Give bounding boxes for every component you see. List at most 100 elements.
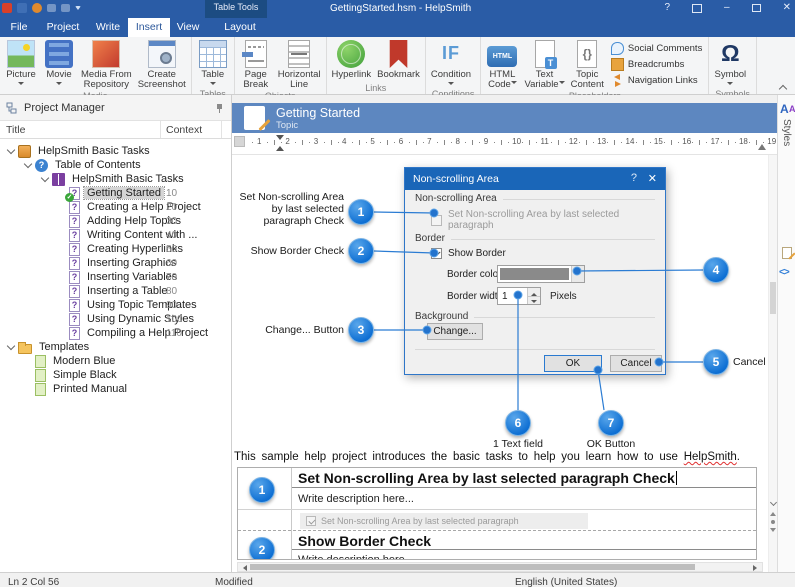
- tree-item-modern-blue[interactable]: Modern Blue: [0, 354, 231, 368]
- ribbon-item-picture[interactable]: Picture: [2, 38, 40, 89]
- callout-balloon-6[interactable]: 6: [505, 410, 531, 436]
- indent-marker-icon[interactable]: [276, 135, 285, 151]
- horizontal-scrollbar-thumb[interactable]: [250, 564, 695, 570]
- callout-balloon-1[interactable]: 1: [348, 199, 374, 225]
- qat-menu-caret-icon[interactable]: [75, 6, 81, 13]
- language-indicator[interactable]: English (United States): [515, 577, 617, 587]
- chevron-down-icon[interactable]: [5, 342, 18, 352]
- ribbon-item-page-break[interactable]: Page Break: [237, 38, 275, 91]
- set-nonscrolling-checkbox[interactable]: Set Non-scrolling Area by last selected …: [431, 209, 665, 231]
- ribbon-item-bookmark[interactable]: Bookmark: [374, 38, 423, 81]
- ribbon-item-media-from-repository[interactable]: Media From Repository: [78, 38, 135, 91]
- browse-select-icon[interactable]: [771, 520, 775, 524]
- tree-item-creating-a-help-project[interactable]: Creating a Help Project20: [0, 200, 231, 214]
- tree-item-getting-started[interactable]: Getting Started10: [0, 186, 231, 200]
- tree-item-compiling-a-help-project[interactable]: Compiling a Help Project110: [0, 326, 231, 340]
- tree-item-table-of-contents[interactable]: Table of Contents: [0, 158, 231, 172]
- chevron-down-icon[interactable]: [769, 499, 776, 506]
- tab-layout[interactable]: Layout: [214, 18, 266, 37]
- tab-file[interactable]: File: [0, 18, 38, 37]
- chevron-down-icon[interactable]: [39, 174, 52, 184]
- change-button[interactable]: Change...: [427, 323, 483, 340]
- scroll-left-icon[interactable]: [240, 565, 247, 571]
- document-canvas[interactable]: Non-scrolling Area ? ✕ Non-scrolling Are…: [232, 155, 777, 572]
- pin-icon[interactable]: [215, 103, 225, 113]
- ribbon-item-hyperlink[interactable]: Hyperlink: [329, 38, 375, 81]
- scroll-right-icon[interactable]: [753, 565, 760, 571]
- ribbon-item-condition[interactable]: Condition: [428, 38, 474, 89]
- section-heading-1[interactable]: Set Non-scrolling Area by last selected …: [292, 468, 756, 488]
- intro-paragraph[interactable]: This sample help project introduces the …: [234, 451, 740, 463]
- ribbon-item-html-code[interactable]: HTML Code: [483, 38, 521, 91]
- ribbon-item-symbol[interactable]: Symbol: [711, 38, 749, 89]
- section-description-2[interactable]: Write description here...: [298, 554, 414, 560]
- dialog-help-icon[interactable]: ?: [631, 172, 637, 184]
- topic-properties-icon[interactable]: [782, 247, 792, 259]
- section-description-1[interactable]: Write description here...: [298, 493, 414, 505]
- ok-button[interactable]: OK: [544, 355, 602, 372]
- spin-up-icon[interactable]: [528, 288, 540, 296]
- scroll-next-icon[interactable]: [770, 528, 776, 535]
- tab-insert[interactable]: Insert: [128, 18, 170, 37]
- ribbon-item-navigation-links[interactable]: Navigation Links: [611, 73, 702, 87]
- ribbon-item-create-screenshot[interactable]: Create Screenshot: [135, 38, 189, 91]
- html-view-icon[interactable]: [779, 267, 789, 278]
- section-balloon-2[interactable]: 2: [249, 537, 275, 560]
- tree-item-creating-hyperlinks[interactable]: Creating Hyperlinks50: [0, 242, 231, 256]
- styles-panel-tab[interactable]: Styles: [781, 119, 792, 146]
- ribbon-item-table[interactable]: Table: [194, 38, 232, 89]
- callout-balloon-7[interactable]: 7: [598, 410, 624, 436]
- vertical-scrollbar[interactable]: [768, 155, 777, 572]
- spin-down-icon[interactable]: [528, 296, 540, 305]
- vertical-scrollbar-thumb[interactable]: [770, 282, 776, 314]
- cancel-button[interactable]: Cancel: [610, 355, 662, 372]
- ribbon-item-breadcrumbs[interactable]: Breadcrumbs: [611, 57, 702, 71]
- collapse-ribbon-icon[interactable]: [780, 84, 787, 91]
- section-balloon-1[interactable]: 1: [249, 477, 275, 503]
- minimize-button[interactable]: –: [724, 1, 730, 15]
- ribbon-item-text-variable[interactable]: Text Variable: [521, 38, 567, 91]
- styles-icon[interactable]: [780, 100, 794, 114]
- ribbon-item-social-comments[interactable]: Social Comments: [611, 41, 702, 55]
- callout-balloon-3[interactable]: 3: [348, 317, 374, 343]
- chevron-down-icon[interactable]: [22, 160, 35, 170]
- help-button[interactable]: ?: [664, 1, 670, 15]
- tree-item-printed-manual[interactable]: Printed Manual: [0, 382, 231, 396]
- show-border-checkbox[interactable]: Show Border: [431, 248, 506, 259]
- column-title[interactable]: Title: [6, 124, 25, 136]
- embedded-checkbox-image[interactable]: Set Non-scrolling Area by last selected …: [300, 513, 588, 529]
- redo-icon[interactable]: [61, 4, 70, 12]
- tree-item-helpsmith-basic-tasks[interactable]: HelpSmith Basic Tasks: [0, 172, 231, 186]
- column-context[interactable]: Context: [166, 124, 202, 136]
- close-button[interactable]: ✕: [783, 1, 791, 15]
- tab-project[interactable]: Project: [38, 18, 88, 37]
- chevron-down-icon[interactable]: [5, 146, 18, 156]
- dropdown-arrow-icon[interactable]: [571, 266, 584, 282]
- tree-item-helpsmith-basic-tasks[interactable]: HelpSmith Basic Tasks: [0, 144, 231, 158]
- callout-balloon-4[interactable]: 4: [703, 257, 729, 283]
- save-icon[interactable]: [17, 3, 27, 13]
- tree-item-simple-black[interactable]: Simple Black: [0, 368, 231, 382]
- callout-balloon-2[interactable]: 2: [348, 238, 374, 264]
- border-width-spinner[interactable]: 1: [497, 287, 541, 305]
- tree-item-inserting-graphics[interactable]: Inserting Graphics60: [0, 256, 231, 270]
- topic-sections-table[interactable]: 1 Set Non-scrolling Area by last selecte…: [237, 467, 757, 560]
- ribbon-item-topic-content[interactable]: Topic Content: [568, 38, 607, 91]
- scroll-nav-icons[interactable]: [769, 500, 777, 535]
- tree-item-inserting-a-table[interactable]: Inserting a Table80: [0, 284, 231, 298]
- tree-item-using-topic-templates[interactable]: Using Topic Templates90: [0, 298, 231, 312]
- dialog-close-icon[interactable]: ✕: [648, 172, 657, 185]
- section-heading-2[interactable]: Show Border Check: [292, 531, 756, 550]
- tab-view[interactable]: View: [170, 18, 206, 37]
- tree-item-inserting-variables[interactable]: Inserting Variables70: [0, 270, 231, 284]
- border-width-value[interactable]: 1: [498, 288, 527, 304]
- tab-write[interactable]: Write: [88, 18, 128, 37]
- callout-balloon-5[interactable]: 5: [703, 349, 729, 375]
- app-icon[interactable]: [2, 3, 12, 13]
- ribbon-item-horizontal-line[interactable]: Horizontal Line: [275, 38, 324, 91]
- maximize-icon[interactable]: [752, 4, 761, 12]
- border-color-dropdown[interactable]: [497, 265, 585, 283]
- compile-icon[interactable]: [32, 3, 42, 13]
- tree-item-writing-content-with[interactable]: Writing Content with ...40: [0, 228, 231, 242]
- tree-item-templates[interactable]: Templates: [0, 340, 231, 354]
